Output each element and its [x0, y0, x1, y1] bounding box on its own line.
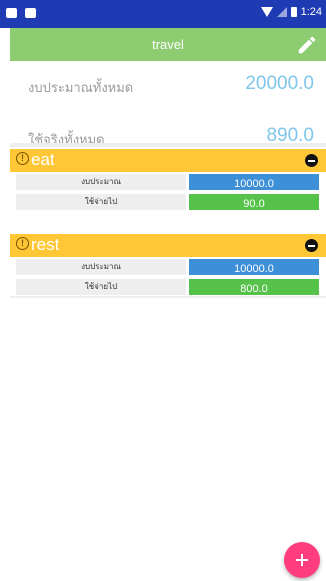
total-budget-label: งบประมาณทั้งหมด: [28, 81, 134, 96]
app-bar: travel: [10, 28, 326, 61]
category-card-rest: ! rest งบประมาณ 10000.0 ใช้จ่ายไป 800.0: [10, 234, 326, 297]
spent-row: ใช้จ่ายไป 90.0: [10, 192, 326, 212]
spent-label: ใช้จ่ายไป: [16, 194, 186, 210]
total-budget-row: งบประมาณทั้งหมด 20000.0: [10, 61, 326, 113]
budget-row: งบประมาณ 10000.0: [10, 257, 326, 277]
remove-category-icon[interactable]: [305, 239, 318, 252]
category-header[interactable]: ! rest: [10, 234, 326, 257]
spent-row: ใช้จ่ายไป 800.0: [10, 277, 326, 297]
category-card-eat: ! eat งบประมาณ 10000.0 ใช้จ่ายไป 90.0: [10, 149, 326, 212]
main-content: travel งบประมาณทั้งหมด 20000.0 ใช้จริงทั…: [10, 28, 326, 581]
category-name: rest: [31, 235, 60, 254]
battery-icon: [290, 7, 297, 17]
budget-value[interactable]: 10000.0: [189, 259, 319, 275]
remove-category-icon[interactable]: [305, 154, 318, 167]
wifi-icon: [260, 7, 273, 17]
budget-label: งบประมาณ: [16, 174, 186, 190]
list-divider: [10, 296, 326, 298]
summary-divider: [10, 143, 326, 147]
total-budget-value: 20000.0: [245, 73, 314, 94]
signal-icon: [276, 7, 287, 17]
status-time: 1:24: [300, 6, 322, 18]
spent-label: ใช้จ่ายไป: [16, 279, 186, 295]
info-icon[interactable]: !: [16, 152, 29, 165]
status-indicators: 1:24: [260, 6, 322, 18]
category-header[interactable]: ! eat: [10, 149, 326, 172]
spent-value[interactable]: 90.0: [189, 194, 319, 210]
category-name: eat: [31, 150, 55, 169]
notification-app-icon: [25, 8, 36, 18]
pencil-icon[interactable]: [296, 34, 318, 56]
status-bar: 1:24: [0, 0, 326, 28]
budget-row: งบประมาณ 10000.0: [10, 172, 326, 192]
notification-image-icon: [6, 8, 17, 18]
budget-label: งบประมาณ: [16, 259, 186, 275]
spent-value[interactable]: 800.0: [189, 279, 319, 295]
app-title: travel: [152, 37, 184, 52]
budget-value[interactable]: 10000.0: [189, 174, 319, 190]
status-notifications: [6, 8, 36, 18]
info-icon[interactable]: !: [16, 237, 29, 250]
add-category-button[interactable]: [284, 542, 320, 578]
